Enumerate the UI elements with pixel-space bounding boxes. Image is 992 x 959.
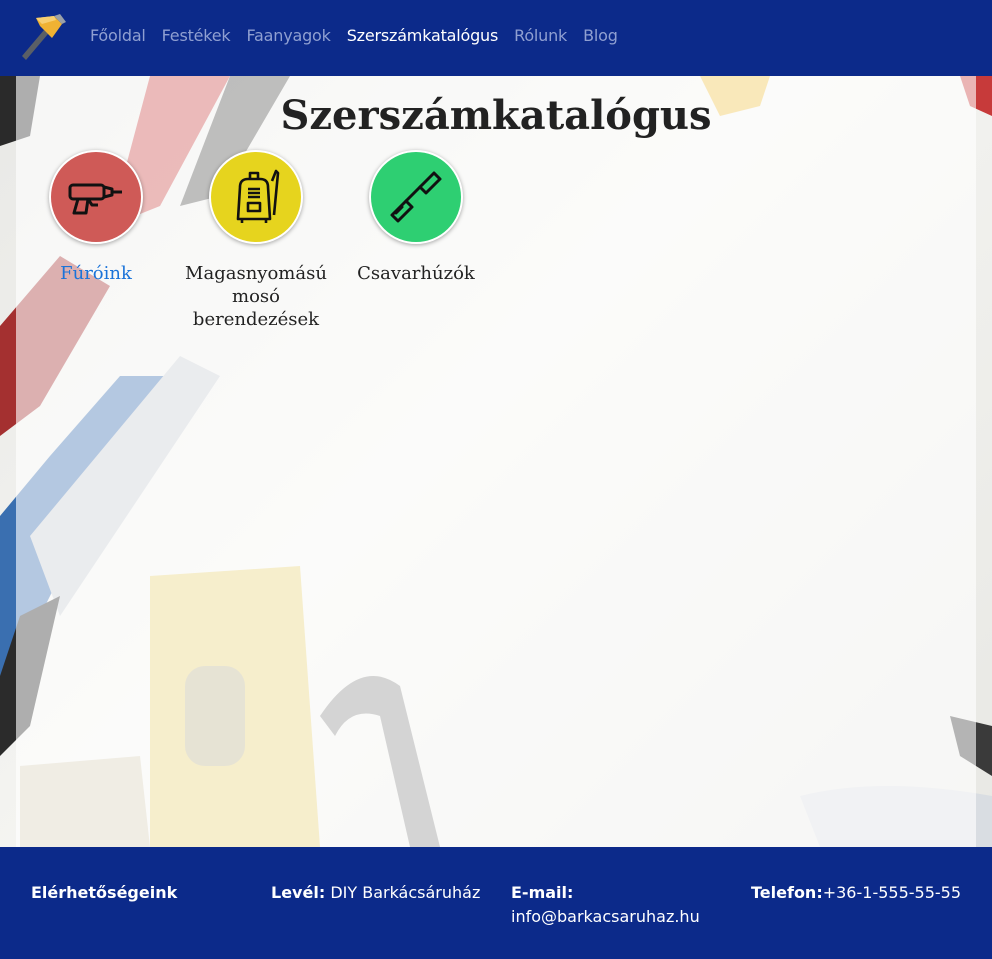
page-title: Szerszámkatalógus — [280, 92, 712, 139]
category-pressure-washers[interactable]: Magasnyomású mosó berendezések — [181, 150, 331, 331]
top-navbar: Főoldal Festékek Faanyagok Szerszámkatal… — [0, 0, 992, 76]
nav-about[interactable]: Rólunk — [514, 26, 567, 45]
footer-contacts-title: Elérhetőségeink — [31, 883, 178, 902]
footer-phone-value[interactable]: +36-1-555-55-55 — [823, 883, 961, 902]
footer-contacts: Elérhetőségeink — [31, 881, 177, 905]
category-label[interactable]: Fúróink — [21, 262, 171, 285]
main-nav: Főoldal Festékek Faanyagok Szerszámkatal… — [90, 26, 618, 45]
footer-phone: Telefon:+36-1-555-55-55 — [751, 881, 961, 905]
footer: Elérhetőségeink Levél: DIY Barkácsáruház… — [0, 847, 992, 959]
category-label[interactable]: Csavarhúzók — [341, 262, 491, 285]
footer-email-value[interactable]: info@barkacsaruhaz.hu — [511, 907, 700, 926]
footer-mail-label: Levél: — [271, 883, 326, 902]
nav-tool-catalog[interactable]: Szerszámkatalógus — [347, 26, 499, 45]
footer-mail-value: DIY Barkácsáruház — [330, 883, 481, 902]
footer-email: E-mail: info@barkacsaruhaz.hu — [511, 881, 700, 929]
nav-home[interactable]: Főoldal — [90, 26, 146, 45]
category-drills[interactable]: Fúróink — [21, 150, 171, 285]
footer-email-label: E-mail: — [511, 883, 574, 902]
nav-blog[interactable]: Blog — [583, 26, 618, 45]
nav-wood[interactable]: Faanyagok — [247, 26, 331, 45]
category-screwdrivers[interactable]: Csavarhúzók — [341, 150, 491, 285]
footer-mail: Levél: DIY Barkácsáruház — [271, 881, 480, 905]
nav-paints[interactable]: Festékek — [162, 26, 231, 45]
footer-phone-label: Telefon: — [751, 883, 823, 902]
screwdriver-icon[interactable] — [369, 150, 463, 244]
hammer-icon[interactable] — [14, 12, 68, 64]
pressure-washer-icon[interactable] — [209, 150, 303, 244]
category-label: Magasnyomású mosó berendezések — [181, 262, 331, 331]
category-label-line[interactable]: Magasnyomású — [181, 262, 331, 285]
drill-icon[interactable] — [49, 150, 143, 244]
category-label-line[interactable]: mosó — [181, 285, 331, 308]
category-label-line[interactable]: berendezések — [181, 308, 331, 331]
